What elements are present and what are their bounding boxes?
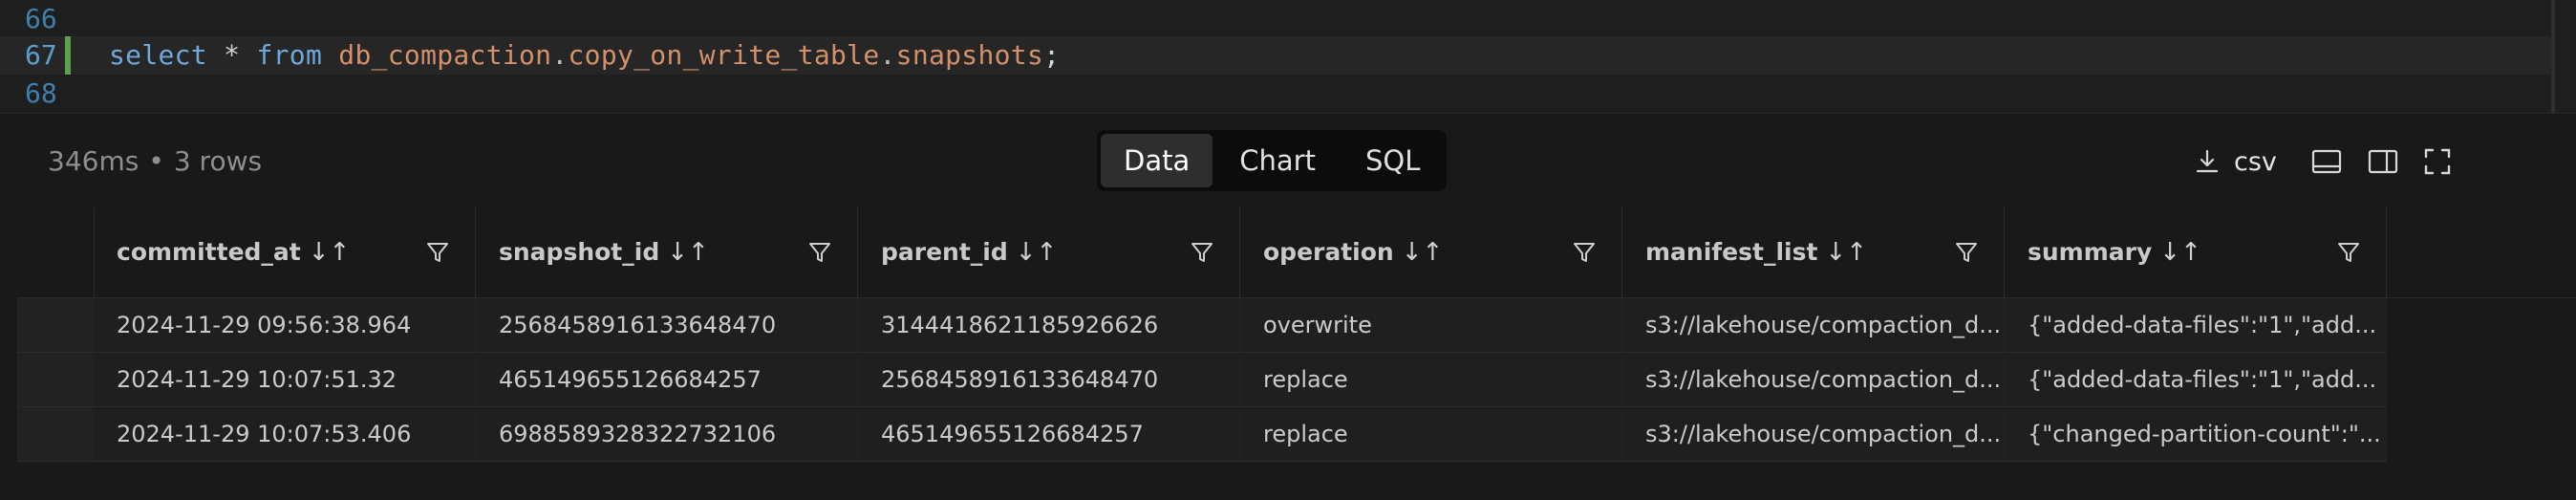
cell-committed-at[interactable]: 2024-11-29 10:07:53.406 [94,407,476,461]
editor-scrollbar[interactable] [2551,0,2555,113]
sort-icon[interactable]: ↓↑ [1825,238,1867,267]
table-identifier: copy_on_write_table [568,39,880,71]
layout-side-button[interactable] [2368,133,2398,190]
results-table: committed_at ↓↑ snapshot_id ↓↑ parent_id ↓↑… [17,207,2576,500]
column-label: summary [2028,238,2153,266]
cell-snapshot-id[interactable]: 465149655126684257 [476,353,858,406]
cell-snapshot-id[interactable]: 2568458916133648470 [476,298,858,352]
column-header-snapshot-id[interactable]: snapshot_id ↓↑ [476,207,858,297]
download-csv-button[interactable]: csv [2194,133,2277,190]
line-number: 67 [25,39,57,71]
cell-committed-at[interactable]: 2024-11-29 10:07:51.32 [94,353,476,406]
keyword-from: from [256,39,323,71]
fullscreen-button[interactable] [2423,133,2452,190]
table-row[interactable]: 2024-11-29 10:07:51.32 46514965512668425… [17,353,2387,407]
filter-icon[interactable] [1572,240,1597,265]
tab-sql[interactable]: SQL [1342,134,1443,187]
cell-committed-at[interactable]: 2024-11-29 09:56:38.964 [94,298,476,352]
editor-line-67[interactable]: 67 select * from db_compaction.copy_on_w… [0,36,2551,75]
sort-icon[interactable]: ↓↑ [309,238,351,267]
column-header-summary[interactable]: summary ↓↑ [2005,207,2387,297]
results-toolbar: csv [2194,133,2576,190]
sort-icon[interactable]: ↓↑ [667,238,709,267]
sort-icon[interactable]: ↓↑ [1402,238,1444,267]
filter-icon[interactable] [1190,240,1214,265]
row-selector-header[interactable] [17,207,95,297]
column-label: operation [1263,238,1394,266]
modified-line-marker [65,36,71,75]
cell-snapshot-id[interactable]: 6988589328322732106 [476,407,858,461]
star-operator: * [224,39,241,71]
keyword-select: select [109,39,207,71]
line-number: 68 [25,77,57,109]
filter-icon[interactable] [807,240,832,265]
cell-operation[interactable]: replace [1240,407,1622,461]
layout-side-icon [2368,148,2398,175]
cell-manifest-list[interactable]: s3://lakehouse/compaction_d... [1622,298,2005,352]
column-header-parent-id[interactable]: parent_id ↓↑ [858,207,1240,297]
dot-separator: . [879,39,896,71]
cell-manifest-list[interactable]: s3://lakehouse/compaction_d... [1622,407,2005,461]
layout-bottom-icon [2311,148,2342,175]
fullscreen-icon [2423,147,2452,176]
semicolon: ; [1043,39,1061,71]
sql-editor[interactable]: 66 67 select * from db_compaction.copy_o… [0,0,2576,113]
column-header-manifest-list[interactable]: manifest_list ↓↑ [1622,207,2005,297]
filter-icon[interactable] [1954,240,1979,265]
row-selector[interactable] [17,353,95,406]
filter-icon[interactable] [425,240,450,265]
editor-line-68[interactable]: 68 [0,75,2551,113]
row-count: 3 rows [173,145,263,177]
table-row[interactable]: 2024-11-29 10:07:53.406 6988589328322732… [17,407,2387,462]
tab-chart[interactable]: Chart [1216,134,1339,187]
dot-separator: . [551,39,569,71]
column-label: manifest_list [1645,238,1818,266]
sort-icon[interactable]: ↓↑ [1016,238,1058,267]
column-header-operation[interactable]: operation ↓↑ [1240,207,1622,297]
status-separator: • [148,145,164,177]
tab-data[interactable]: Data [1101,134,1213,187]
csv-label: csv [2234,146,2277,177]
column-label: snapshot_id [499,238,660,266]
line-number: 66 [25,3,57,34]
row-selector[interactable] [17,298,95,352]
cell-summary[interactable]: {"added-data-files":"1","add... [2005,353,2387,406]
cell-summary[interactable]: {"added-data-files":"1","add... [2005,298,2387,352]
sort-icon[interactable]: ↓↑ [2159,238,2201,267]
cell-operation[interactable]: replace [1240,353,1622,406]
column-label: committed_at [117,238,301,266]
column-label: parent_id [881,238,1008,266]
cell-parent-id[interactable]: 2568458916133648470 [858,353,1240,406]
download-icon [2194,148,2221,175]
table-row[interactable]: 2024-11-29 09:56:38.964 2568458916133648… [17,298,2387,353]
filter-icon[interactable] [2336,240,2361,265]
results-panel: 346ms • 3 rows Data Chart SQL csv commit… [0,113,2576,500]
view-switcher: Data Chart SQL [1097,130,1448,191]
cell-parent-id[interactable]: 3144418621185926626 [858,298,1240,352]
layout-bottom-button[interactable] [2311,133,2342,190]
column-header-committed-at[interactable]: committed_at ↓↑ [94,207,476,297]
cell-operation[interactable]: overwrite [1240,298,1622,352]
metadata-table-identifier: snapshots [895,39,1044,71]
row-selector[interactable] [17,407,95,461]
cell-parent-id[interactable]: 465149655126684257 [858,407,1240,461]
query-duration: 346ms [48,145,140,177]
query-status: 346ms • 3 rows [48,142,262,181]
sql-query-text[interactable]: select * from db_compaction.copy_on_writ… [109,36,1060,75]
table-header: committed_at ↓↑ snapshot_id ↓↑ parent_id ↓↑… [17,207,2576,298]
database-identifier: db_compaction [338,39,552,71]
editor-line-66[interactable]: 66 [0,0,2551,38]
cell-manifest-list[interactable]: s3://lakehouse/compaction_d... [1622,353,2005,406]
cell-summary[interactable]: {"changed-partition-count":"... [2005,407,2387,461]
